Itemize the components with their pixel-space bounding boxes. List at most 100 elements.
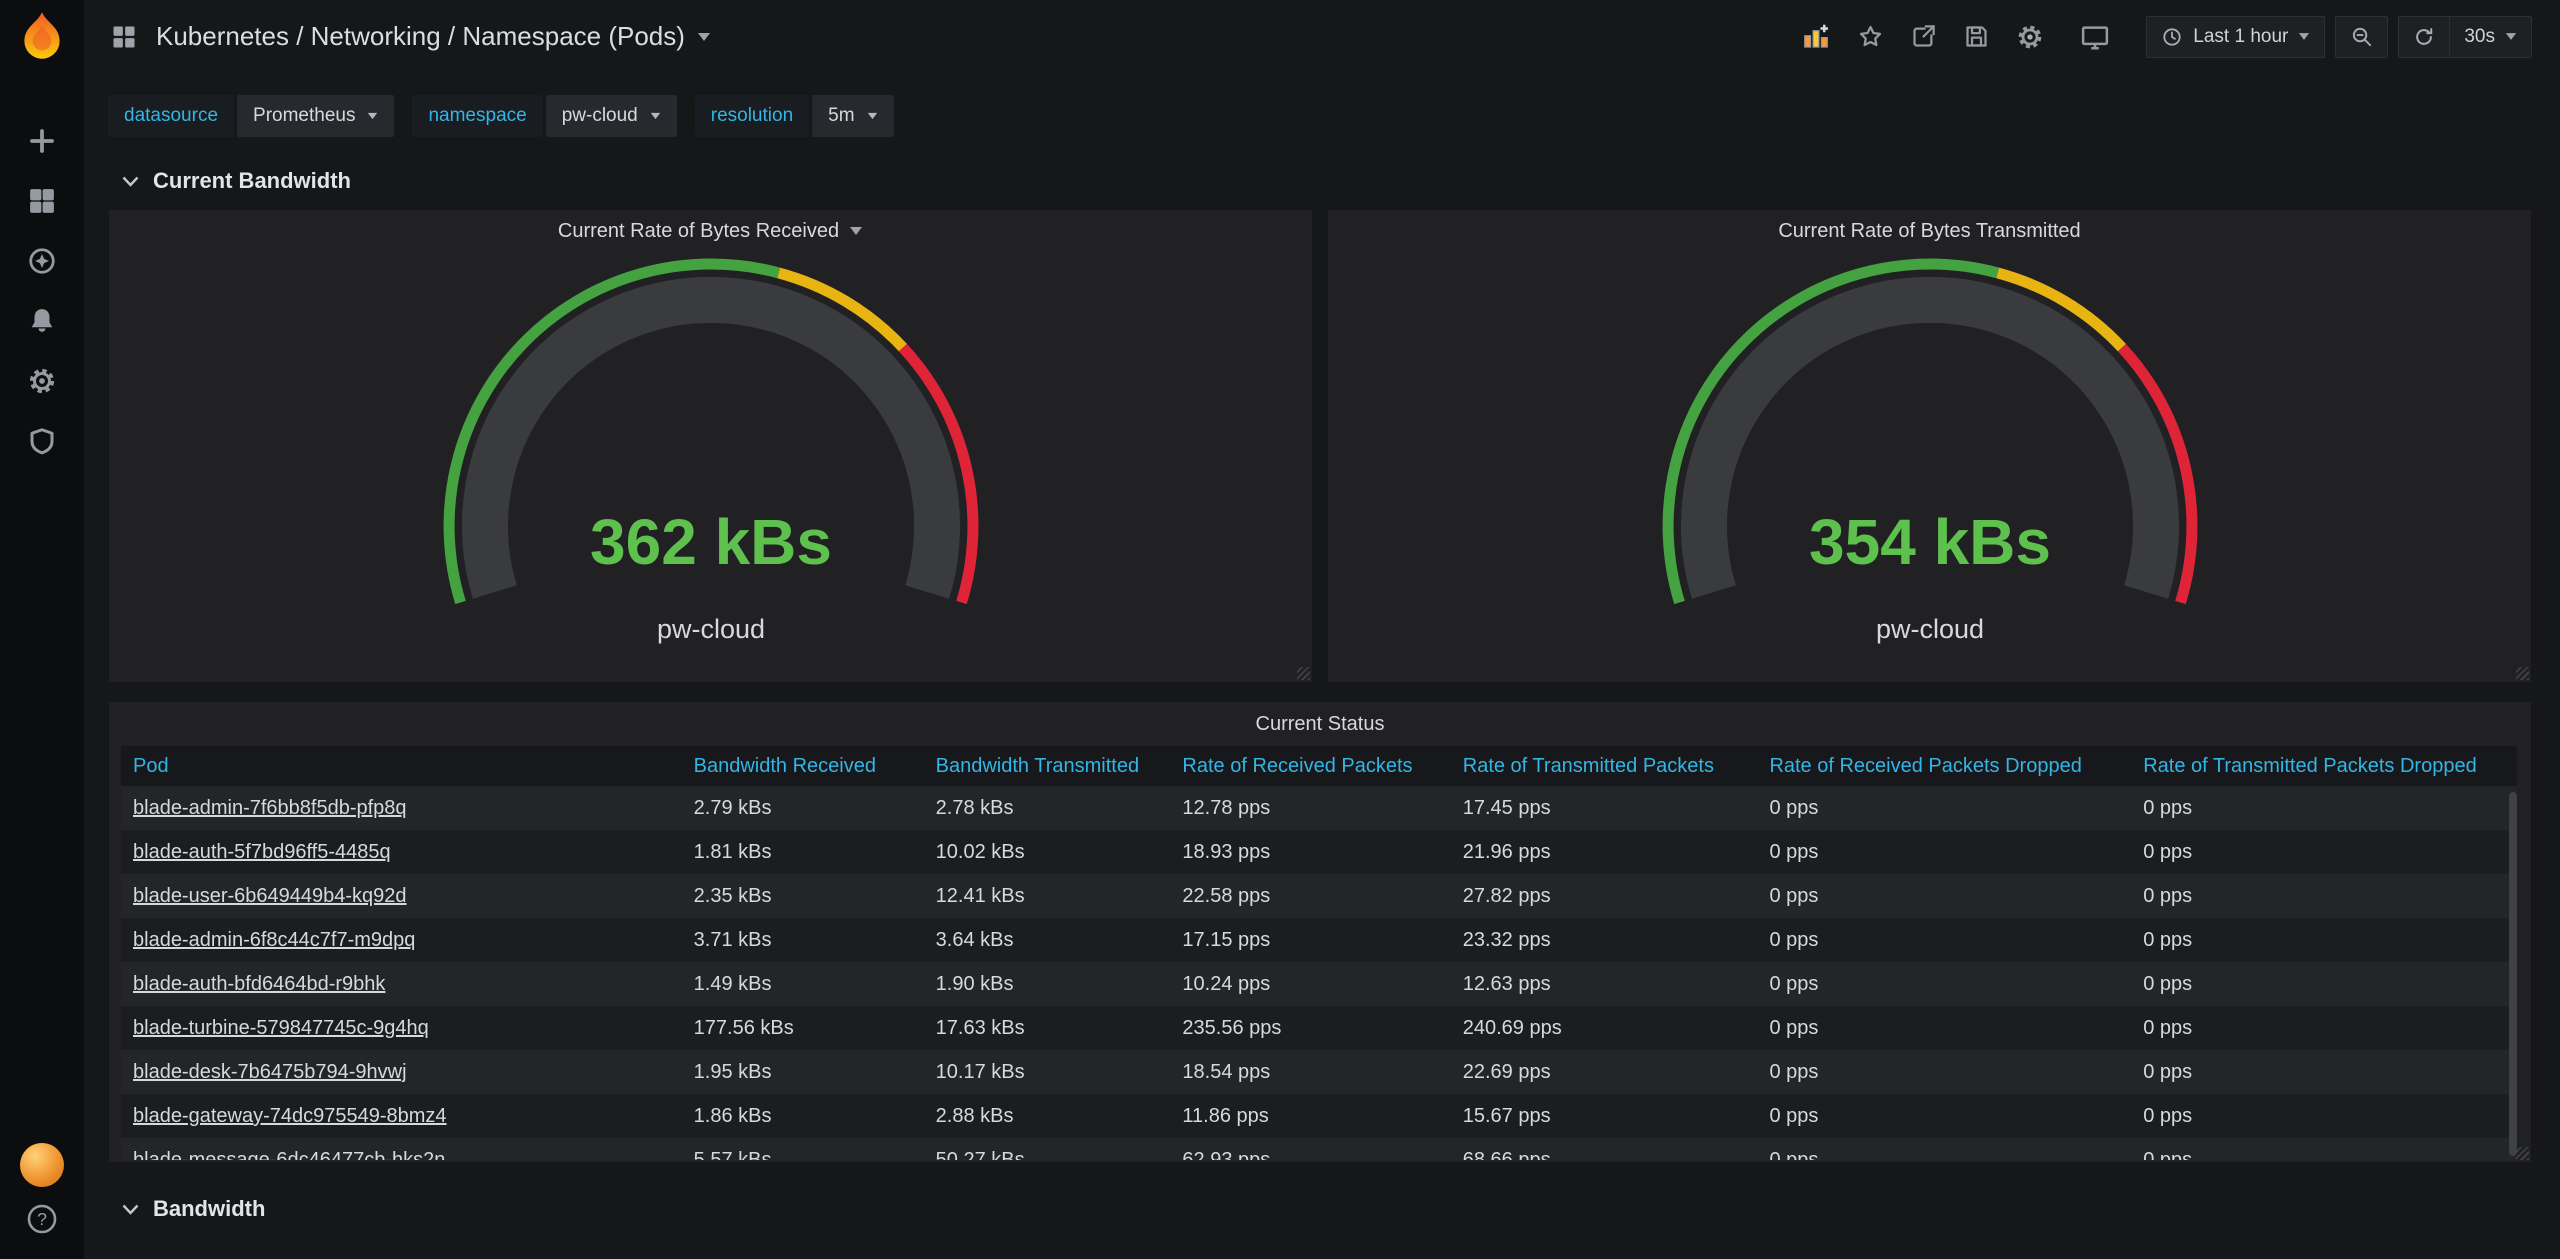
caret-down-icon: [849, 226, 863, 236]
column-header[interactable]: Rate of Received Packets: [1170, 746, 1450, 786]
svg-text:?: ?: [37, 1209, 47, 1229]
variable-value-dropdown[interactable]: Prometheus: [237, 95, 394, 137]
table-scrollbar[interactable]: [2509, 792, 2517, 1156]
table-panel-title[interactable]: Current Status: [109, 702, 2531, 746]
table-row: blade-admin-7f6bb8f5db-pfp8q 2.79 kBs 2.…: [121, 786, 2517, 830]
template-variables: datasource Prometheus namespace pw-cloud…: [108, 95, 2532, 137]
metric-cell: 15.67 pps: [1451, 1094, 1758, 1138]
dashboard-settings-button[interactable]: [2016, 23, 2044, 51]
monitor-icon: [2080, 22, 2110, 52]
column-header[interactable]: Rate of Transmitted Packets: [1451, 746, 1758, 786]
bell-icon: [27, 306, 57, 336]
column-header[interactable]: Rate of Transmitted Packets Dropped: [2131, 746, 2517, 786]
refresh-interval-dropdown[interactable]: 30s: [2449, 17, 2531, 57]
metric-cell: 10.24 pps: [1170, 962, 1450, 1006]
metric-cell: 18.93 pps: [1170, 830, 1450, 874]
create-button[interactable]: [24, 125, 60, 157]
gauge-panel-transmitted: Current Rate of Bytes Transmitted 354 kB…: [1327, 209, 2532, 683]
time-range-picker[interactable]: Last 1 hour: [2146, 16, 2325, 58]
status-table: PodBandwidth ReceivedBandwidth Transmitt…: [121, 746, 2517, 1160]
grafana-logo[interactable]: [13, 9, 71, 67]
gauge-value: 354 kBs: [1809, 506, 2051, 578]
sidebar: ?: [0, 0, 84, 1259]
column-header[interactable]: Bandwidth Received: [682, 746, 924, 786]
gauge-namespace-label: pw-cloud: [1875, 614, 1983, 644]
section-title: Bandwidth: [153, 1196, 265, 1222]
sidebar-bottom: ?: [20, 1143, 64, 1235]
metric-cell: 27.82 pps: [1451, 874, 1758, 918]
variable-value-dropdown[interactable]: 5m: [812, 95, 893, 137]
column-header[interactable]: Bandwidth Transmitted: [924, 746, 1171, 786]
section-header-current-bandwidth[interactable]: Current Bandwidth: [108, 161, 2532, 201]
explore-button[interactable]: [24, 245, 60, 277]
sidebar-nav: [24, 125, 60, 457]
metric-cell: 240.69 pps: [1451, 1006, 1758, 1050]
metric-cell: 22.69 pps: [1451, 1050, 1758, 1094]
metric-cell: 22.58 pps: [1170, 874, 1450, 918]
dashboards-button[interactable]: [24, 185, 60, 217]
metric-cell: 17.15 pps: [1170, 918, 1450, 962]
column-header[interactable]: Pod: [121, 746, 682, 786]
main-content: Kubernetes / Networking / Namespace (Pod…: [84, 0, 2560, 1259]
pod-link[interactable]: blade-admin-6f8c44c7f7-m9dpq: [133, 929, 415, 951]
share-button[interactable]: [1910, 23, 1937, 50]
section-header-bandwidth[interactable]: Bandwidth: [108, 1189, 2532, 1229]
zoom-out-button[interactable]: [2335, 16, 2388, 58]
add-panel-button[interactable]: [1801, 22, 1831, 52]
pod-link[interactable]: blade-auth-bfd6464bd-r9bhk: [133, 973, 385, 995]
time-range-label: Last 1 hour: [2193, 26, 2288, 48]
panel-title[interactable]: Current Rate of Bytes Received: [109, 210, 1312, 252]
server-admin-button[interactable]: [24, 425, 60, 457]
star-button[interactable]: [1857, 23, 1884, 50]
variable-value-dropdown[interactable]: pw-cloud: [546, 95, 677, 137]
metric-cell: 1.90 kBs: [924, 962, 1171, 1006]
pod-link[interactable]: blade-gateway-74dc975549-8bmz4: [133, 1105, 447, 1127]
compass-icon: [27, 246, 57, 276]
metric-cell: 177.56 kBs: [682, 1006, 924, 1050]
gauge-row: Current Rate of Bytes Received 362 kBs p…: [108, 209, 2532, 683]
save-button[interactable]: [1963, 23, 1990, 50]
cycle-view-button[interactable]: [2080, 22, 2110, 52]
pod-link[interactable]: blade-turbine-579847745c-9g4hq: [133, 1017, 429, 1039]
metric-cell: 11.86 pps: [1170, 1094, 1450, 1138]
metric-cell: 3.64 kBs: [924, 918, 1171, 962]
variable-resolution: resolution 5m: [695, 95, 894, 137]
column-header[interactable]: Rate of Received Packets Dropped: [1757, 746, 2131, 786]
panel-title[interactable]: Current Rate of Bytes Transmitted: [1328, 210, 2531, 252]
variable-datasource: datasource Prometheus: [108, 95, 394, 137]
table-panel: Current Status PodBandwidth ReceivedBand…: [108, 701, 2532, 1163]
dashboard-title[interactable]: Kubernetes / Networking / Namespace (Pod…: [156, 21, 685, 52]
variable-value: 5m: [828, 105, 854, 127]
refresh-button[interactable]: [2399, 17, 2449, 57]
metric-cell: 50.27 kBs: [924, 1138, 1171, 1160]
metric-cell: 17.45 pps: [1451, 786, 1758, 830]
metric-cell: 0 pps: [2131, 786, 2517, 830]
caret-down-icon: [650, 112, 661, 120]
chevron-down-icon: [122, 176, 139, 187]
pod-link[interactable]: blade-user-6b649449b4-kq92d: [133, 885, 407, 907]
table-row: blade-auth-5f7bd96ff5-4485q 1.81 kBs 10.…: [121, 830, 2517, 874]
configuration-button[interactable]: [24, 365, 60, 397]
gear-icon: [27, 366, 57, 396]
variable-value: Prometheus: [253, 105, 355, 127]
table-row: blade-gateway-74dc975549-8bmz4 1.86 kBs …: [121, 1094, 2517, 1138]
gauge-chart: 354 kBs pw-cloud: [1630, 252, 2230, 652]
alerting-button[interactable]: [24, 305, 60, 337]
pod-link[interactable]: blade-desk-7b6475b794-9hvwj: [133, 1061, 407, 1083]
metric-cell: 23.32 pps: [1451, 918, 1758, 962]
pod-link[interactable]: blade-admin-7f6bb8f5db-pfp8q: [133, 797, 407, 819]
metric-cell: 10.02 kBs: [924, 830, 1171, 874]
metric-cell: 0 pps: [2131, 1138, 2517, 1160]
variable-namespace: namespace pw-cloud: [412, 95, 676, 137]
pod-link[interactable]: blade-message-6dc46477cb-hks2n: [133, 1149, 445, 1160]
help-button[interactable]: ?: [24, 1203, 60, 1235]
user-avatar[interactable]: [20, 1143, 64, 1187]
table-row: blade-turbine-579847745c-9g4hq 177.56 kB…: [121, 1006, 2517, 1050]
table-wrap: PodBandwidth ReceivedBandwidth Transmitt…: [121, 746, 2517, 1160]
table-row: blade-admin-6f8c44c7f7-m9dpq 3.71 kBs 3.…: [121, 918, 2517, 962]
pod-link[interactable]: blade-auth-5f7bd96ff5-4485q: [133, 841, 391, 863]
metric-cell: 0 pps: [2131, 1094, 2517, 1138]
time-controls: Last 1 hour 30s: [2146, 16, 2532, 58]
metric-cell: 2.88 kBs: [924, 1094, 1171, 1138]
plus-icon: [27, 126, 57, 156]
